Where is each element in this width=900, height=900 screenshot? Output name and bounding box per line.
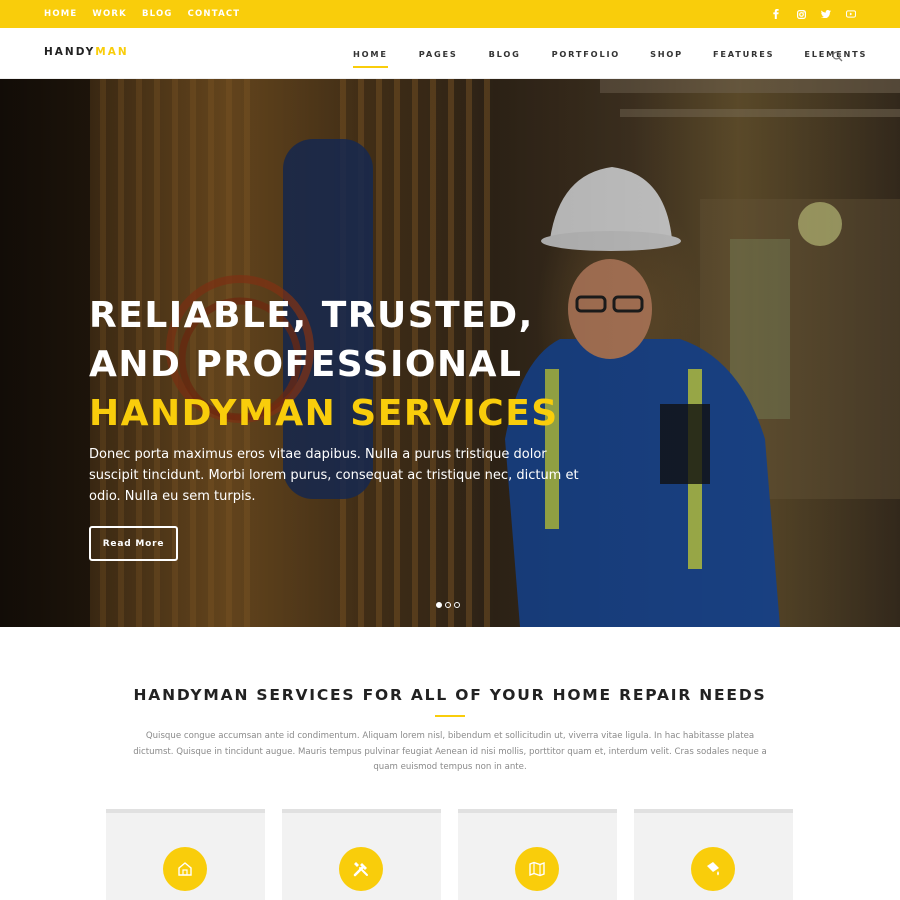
top-bar: HOME WORK BLOG CONTACT bbox=[0, 0, 900, 28]
paint-roller-icon bbox=[691, 847, 735, 891]
hero-title-line-1: RELIABLE, TRUSTED, bbox=[89, 295, 534, 336]
map-icon bbox=[515, 847, 559, 891]
read-more-button[interactable]: Read More bbox=[89, 526, 178, 561]
hero-banner: RELIABLE, TRUSTED, AND PROFESSIONAL HAND… bbox=[0, 79, 900, 627]
slider-dot-3[interactable] bbox=[454, 602, 460, 608]
title-divider bbox=[435, 715, 465, 717]
logo-accent: MAN bbox=[95, 46, 129, 58]
slider-dot-1[interactable] bbox=[436, 602, 442, 608]
slider-dot-2[interactable] bbox=[445, 602, 451, 608]
hero-title-line-2: AND PROFESSIONAL bbox=[89, 344, 523, 385]
nav-pages[interactable]: PAGES bbox=[419, 49, 458, 59]
top-link-work[interactable]: WORK bbox=[92, 9, 127, 19]
service-card-1[interactable] bbox=[106, 809, 265, 900]
site-logo[interactable]: HANDYMAN bbox=[44, 46, 129, 58]
slider-dots bbox=[436, 602, 460, 608]
tools-icon bbox=[339, 847, 383, 891]
facebook-icon[interactable] bbox=[771, 9, 781, 19]
main-header: HANDYMAN HOME PAGES BLOG PORTFOLIO SHOP … bbox=[0, 28, 900, 79]
service-card-4[interactable] bbox=[634, 809, 793, 900]
top-links: HOME WORK BLOG CONTACT bbox=[44, 0, 255, 28]
nav-blog[interactable]: BLOG bbox=[489, 49, 521, 59]
nav-home[interactable]: HOME bbox=[353, 49, 388, 68]
hero-text: Donec porta maximus eros vitae dapibus. … bbox=[89, 447, 579, 504]
top-link-home[interactable]: HOME bbox=[44, 9, 77, 19]
search-icon[interactable] bbox=[832, 47, 843, 62]
logo-main: HANDY bbox=[44, 46, 96, 58]
nav-features[interactable]: FEATURES bbox=[713, 49, 774, 59]
youtube-icon[interactable] bbox=[846, 9, 856, 19]
nav-shop[interactable]: SHOP bbox=[650, 49, 683, 59]
top-link-blog[interactable]: BLOG bbox=[142, 9, 173, 19]
services-title: HANDYMAN SERVICES FOR ALL OF YOUR HOME R… bbox=[133, 686, 767, 704]
social-links bbox=[771, 0, 856, 28]
nav-portfolio[interactable]: PORTFOLIO bbox=[552, 49, 620, 59]
home-icon bbox=[163, 847, 207, 891]
main-nav: HOME PAGES BLOG PORTFOLIO SHOP FEATURES … bbox=[353, 28, 867, 79]
hero-title: RELIABLE, TRUSTED, AND PROFESSIONAL HAND… bbox=[89, 291, 559, 438]
service-card-3[interactable] bbox=[458, 809, 617, 900]
instagram-icon[interactable] bbox=[796, 9, 806, 19]
twitter-icon[interactable] bbox=[821, 9, 831, 19]
hero-title-line-3: HANDYMAN SERVICES bbox=[89, 393, 559, 434]
service-card-2[interactable] bbox=[282, 809, 441, 900]
service-cards bbox=[106, 809, 794, 900]
services-description: Quisque congue accumsan ante id condimen… bbox=[133, 731, 767, 772]
top-link-contact[interactable]: CONTACT bbox=[188, 9, 241, 19]
